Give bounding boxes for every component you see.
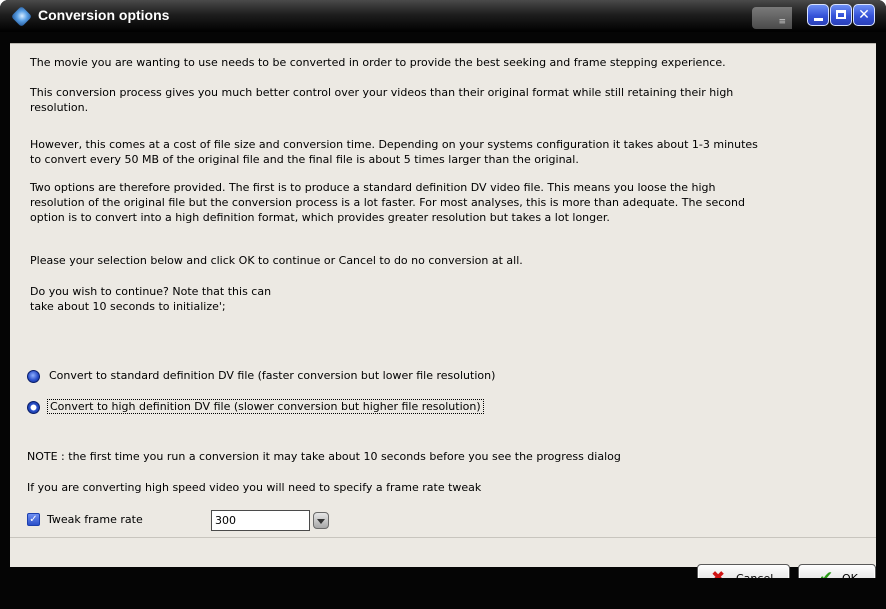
message-paragraph-5: Please your selection below and click OK…: [30, 254, 523, 267]
message-paragraph-3: However, this comes at a cost of file si…: [30, 138, 758, 166]
title-strip-glyph: ≡: [778, 17, 786, 27]
high-speed-note: If you are converting high speed video y…: [27, 481, 482, 494]
minimize-button[interactable]: [807, 4, 829, 26]
app-icon: [10, 5, 33, 28]
standard-definition-radio[interactable]: [27, 370, 40, 383]
high-definition-label[interactable]: Convert to high definition DV file (slow…: [47, 399, 484, 414]
standard-definition-label[interactable]: Convert to standard definition DV file (…: [47, 369, 497, 382]
close-icon: ✕: [858, 7, 870, 23]
message-paragraph-2: This conversion process gives you much b…: [30, 86, 734, 114]
maximize-button[interactable]: [830, 4, 852, 26]
message-paragraph-1: The movie you are wanting to use needs t…: [30, 56, 726, 69]
close-button[interactable]: ✕: [853, 4, 875, 26]
minimize-icon: [814, 18, 823, 21]
title-bar[interactable]: Conversion options ≡ ✕: [0, 0, 886, 32]
dialog-content: The movie you are wanting to use needs t…: [10, 43, 876, 592]
window-bottom-frame: [0, 578, 886, 609]
high-definition-radio[interactable]: [27, 401, 40, 414]
first-run-note: NOTE : the first time you run a conversi…: [27, 450, 621, 463]
message-paragraph-6: Do you wish to continue? Note that this …: [30, 285, 272, 298]
maximize-icon: [836, 10, 846, 19]
chevron-down-icon: [317, 519, 325, 524]
message-paragraph-7: take about 10 seconds to initialize';: [30, 300, 226, 313]
title-bar-strip: ≡: [752, 7, 792, 29]
conversion-options-window: Conversion options ≡ ✕ The movie you are…: [0, 0, 886, 609]
frame-rate-input[interactable]: [211, 510, 310, 531]
window-title: Conversion options: [38, 7, 170, 23]
frame-rate-dropdown-button[interactable]: [313, 512, 329, 529]
message-paragraph-4: Two options are therefore provided. The …: [30, 181, 745, 224]
tweak-frame-rate-checkbox[interactable]: ✓: [27, 513, 40, 526]
footer-divider: [10, 537, 876, 538]
tweak-frame-rate-label[interactable]: Tweak frame rate: [47, 513, 143, 526]
